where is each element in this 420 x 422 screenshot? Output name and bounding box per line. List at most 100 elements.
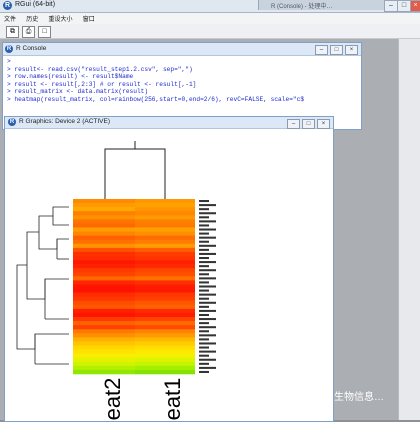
- heatmap-cell: [73, 296, 135, 302]
- heatmap-cell: [73, 312, 135, 318]
- heatmap-cell: [73, 227, 135, 232]
- heatmap-cell: [135, 288, 195, 293]
- console-maximize-button[interactable]: □: [330, 45, 343, 55]
- row-label: [199, 212, 216, 215]
- heatmap-cell: [73, 365, 135, 371]
- menu-bar: 文件 历史 重设大小 窗口: [0, 13, 420, 24]
- copy-icon[interactable]: ⧉: [6, 26, 19, 38]
- background-window-tab[interactable]: R (Console) - 处理中…: [258, 0, 384, 10]
- heatmap-cell: [135, 203, 195, 208]
- heatmap-cell: [135, 345, 195, 350]
- row-dendrogram: [16, 206, 69, 365]
- console-minimize-button[interactable]: –: [315, 45, 328, 55]
- heatmap-cell: [73, 369, 135, 375]
- heatmap-cell: [73, 251, 135, 257]
- row-label: [199, 358, 216, 361]
- graphics-minimize-button[interactable]: –: [287, 119, 300, 129]
- console-line: > heatmap(result_matrix, col=rainbow(256…: [7, 95, 305, 103]
- heatmap-cell: [73, 308, 135, 314]
- heatmap-cell: [135, 264, 195, 269]
- graphics-close-button[interactable]: ×: [317, 119, 330, 129]
- row-label: [199, 350, 216, 353]
- row-label: [199, 277, 216, 280]
- heatmap-cell: [135, 325, 195, 330]
- graphics-title: R Graphics: Device 2 (ACTIVE): [19, 118, 111, 125]
- heatmap-cell: [73, 272, 135, 277]
- watermark: 生物信息…: [316, 388, 384, 404]
- heatmap-cell: [135, 247, 195, 253]
- heatmap-cell: [73, 329, 135, 334]
- heatmap-cell: [73, 268, 135, 273]
- menu-windows[interactable]: 窗口: [79, 13, 99, 24]
- background-window-title: R (Console) - 处理中…: [271, 4, 333, 10]
- menu-history[interactable]: 历史: [22, 13, 42, 24]
- heatmap-cell: [135, 296, 195, 302]
- row-label: [199, 354, 209, 357]
- heatmap-cell: [135, 268, 195, 273]
- heatmap-cell: [73, 292, 135, 297]
- heatmap-cell: [73, 276, 135, 281]
- heatmap-cell: [135, 227, 195, 232]
- console-close-button[interactable]: ×: [345, 45, 358, 55]
- heatmap-cell: [73, 264, 135, 269]
- heatmap-cell: [135, 235, 195, 240]
- menu-file[interactable]: 文件: [0, 13, 20, 24]
- heatmap-cell: [135, 369, 195, 375]
- row-labels: [199, 200, 216, 373]
- maximize-button[interactable]: □: [397, 0, 411, 12]
- heatmap-cell: [73, 353, 135, 359]
- close-button[interactable]: ×: [410, 0, 420, 12]
- heatmap-cell: [73, 260, 135, 265]
- row-label: [199, 289, 209, 292]
- row-label: [199, 228, 216, 231]
- console-titlebar[interactable]: R R Console – □ ×: [3, 43, 361, 56]
- row-label: [199, 252, 216, 255]
- heatmap-cell: [135, 199, 195, 204]
- row-label: [199, 293, 216, 296]
- print-icon[interactable]: ⎙: [22, 26, 35, 38]
- heatmap-cell: [73, 207, 135, 212]
- row-label: [199, 273, 209, 276]
- graphics-maximize-button[interactable]: □: [302, 119, 315, 129]
- heatmap-cell: [73, 243, 135, 249]
- heatmap-cell: [135, 239, 195, 245]
- heatmap-cell: [73, 357, 135, 363]
- row-label: [199, 370, 209, 373]
- row-label: [199, 232, 209, 235]
- row-label: [199, 318, 216, 321]
- heatmap-cell: [73, 341, 135, 346]
- heatmap-cell: [135, 211, 195, 216]
- graphics-titlebar[interactable]: R R Graphics: Device 2 (ACTIVE) – □ ×: [5, 117, 333, 129]
- row-label: [199, 236, 216, 239]
- window-icon[interactable]: □: [38, 26, 51, 38]
- row-label: [199, 200, 209, 203]
- row-label: [199, 240, 209, 243]
- heatmap-cell: [73, 300, 135, 306]
- heatmap-cell: [73, 361, 135, 367]
- row-label: [199, 256, 209, 260]
- wechat-icon: [316, 391, 330, 404]
- console-line: > result <- result[,2:3] # or result <- …: [7, 80, 197, 88]
- console-output[interactable]: > > result<- read.csv("result_step1.2.cs…: [3, 56, 361, 106]
- minimize-button[interactable]: –: [384, 0, 398, 12]
- heatmap-cell: [135, 255, 195, 261]
- heatmap-cell: [135, 312, 195, 318]
- row-label: [199, 313, 209, 317]
- heatmap-cell: [135, 353, 195, 359]
- row-label: [199, 362, 209, 365]
- watermark-text: 生物信息…: [334, 392, 384, 403]
- heatmap-cell: [135, 333, 195, 338]
- heatmap-cell: [135, 304, 195, 310]
- column-label-eat2: eat2: [100, 378, 125, 421]
- console-title: R Console: [16, 45, 47, 52]
- menu-resize[interactable]: 重设大小: [45, 13, 77, 24]
- vertical-scrollbar[interactable]: [398, 39, 420, 420]
- heatmap-cell: [73, 247, 135, 253]
- heatmap-cell: [73, 337, 135, 342]
- r-graphics-window[interactable]: R R Graphics: Device 2 (ACTIVE) – □ × eat2…: [4, 116, 334, 422]
- heatmap-cell: [73, 325, 135, 330]
- row-label: [199, 204, 216, 207]
- heatmap-cell: [73, 235, 135, 240]
- row-label: [199, 281, 209, 284]
- heatmap-cell: [135, 321, 195, 326]
